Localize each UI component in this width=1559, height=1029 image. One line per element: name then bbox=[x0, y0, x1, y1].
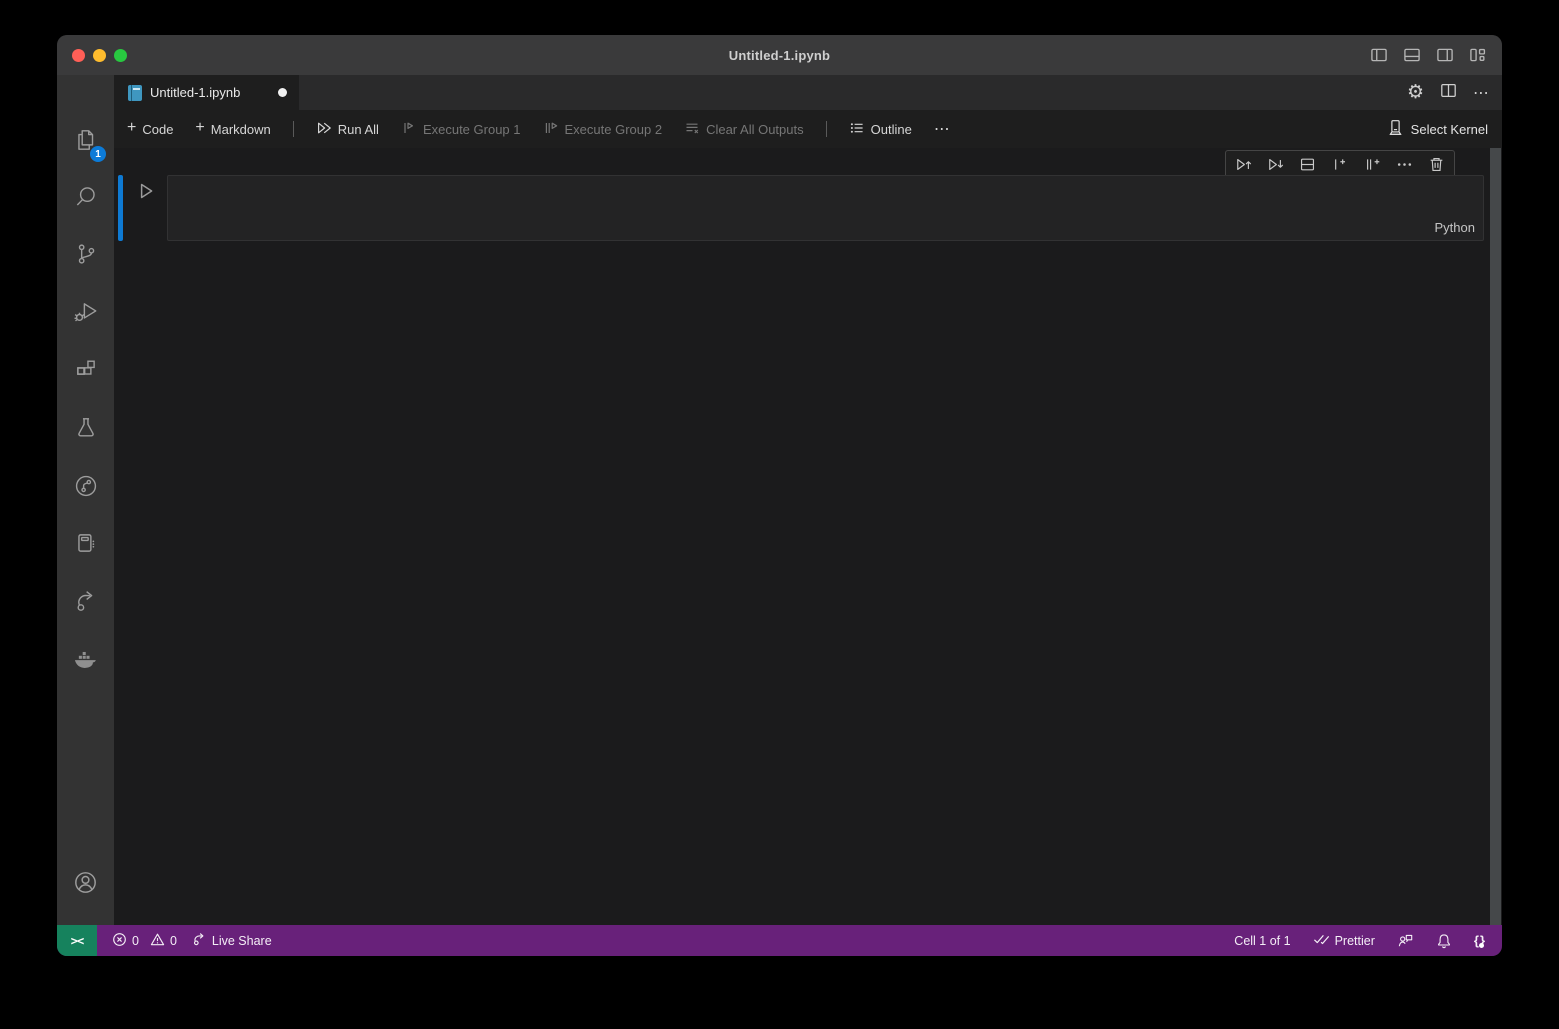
minimize-window-button[interactable] bbox=[93, 49, 106, 62]
warnings-icon bbox=[150, 932, 165, 950]
run-cell-button[interactable] bbox=[136, 181, 156, 206]
customize-layout-icon[interactable] bbox=[1469, 46, 1487, 64]
editor-more-actions-icon[interactable]: ⋯ bbox=[1473, 83, 1490, 103]
run-all-button[interactable]: Run All bbox=[316, 120, 379, 139]
activity-bar: 1 bbox=[57, 75, 114, 925]
toggle-panel-icon[interactable] bbox=[1403, 46, 1421, 64]
execute-group-1-icon bbox=[401, 120, 417, 139]
problems-indicator[interactable]: 0 0 bbox=[112, 932, 177, 950]
errors-icon bbox=[112, 932, 127, 950]
status-bar: >< 0 0 Live Share Cell 1 of 1 bbox=[57, 925, 1502, 956]
clear-all-outputs-button[interactable]: Clear All Outputs bbox=[684, 120, 804, 139]
extensions-icon[interactable] bbox=[57, 346, 114, 394]
toolbar-separator bbox=[826, 121, 827, 137]
zoom-window-button[interactable] bbox=[114, 49, 127, 62]
code-cell-editor[interactable]: Python bbox=[167, 175, 1484, 241]
select-kernel-button[interactable]: Select Kernel bbox=[1387, 119, 1502, 139]
title-bar: Untitled-1.ipynb bbox=[57, 35, 1502, 75]
vscode-window: Untitled-1.ipynb 1 bbox=[57, 35, 1502, 956]
notebook-toolbar: + Code + Markdown Run All bbox=[114, 110, 1502, 148]
notebook-body: Python bbox=[114, 148, 1502, 925]
editor-area: Untitled-1.ipynb ⚙ ⋯ + Code bbox=[114, 75, 1502, 925]
add-markdown-cell-button[interactable]: + Markdown bbox=[195, 121, 270, 137]
testing-beaker-icon[interactable] bbox=[57, 404, 114, 452]
source-control-icon[interactable] bbox=[57, 230, 114, 278]
cell-language-picker[interactable]: Python bbox=[1435, 220, 1475, 235]
error-count: 0 bbox=[132, 934, 139, 948]
search-icon[interactable] bbox=[57, 173, 114, 221]
remote-icon: >< bbox=[71, 934, 83, 948]
cell-position-indicator[interactable]: Cell 1 of 1 bbox=[1234, 934, 1290, 948]
tab-untitled-1-ipynb[interactable]: Untitled-1.ipynb bbox=[114, 75, 299, 110]
accounts-icon[interactable] bbox=[57, 858, 114, 906]
formatter-status[interactable]: Prettier bbox=[1313, 932, 1375, 949]
outline-button[interactable]: Outline bbox=[849, 120, 912, 139]
jupyter-notebook-icon[interactable] bbox=[57, 519, 114, 567]
toggle-secondary-sidebar-icon[interactable] bbox=[1436, 46, 1454, 64]
clear-all-outputs-icon bbox=[684, 120, 700, 139]
tab-bar: Untitled-1.ipynb ⚙ ⋯ bbox=[114, 75, 1502, 110]
run-and-debug-icon[interactable] bbox=[57, 288, 114, 336]
live-share-status[interactable]: Live Share bbox=[192, 932, 272, 950]
toolbar-separator bbox=[293, 121, 294, 137]
notebook-settings-gear-icon[interactable]: ⚙ bbox=[1407, 83, 1424, 102]
plus-icon: + bbox=[127, 120, 136, 136]
add-code-cell-button[interactable]: + Code bbox=[127, 121, 173, 137]
close-window-button[interactable] bbox=[72, 49, 85, 62]
outline-list-icon bbox=[849, 120, 865, 139]
docker-icon[interactable] bbox=[57, 635, 114, 683]
selected-cell-indicator bbox=[118, 175, 123, 241]
run-all-icon bbox=[316, 120, 332, 139]
split-editor-icon[interactable] bbox=[1440, 82, 1457, 104]
traffic-lights bbox=[72, 49, 127, 62]
warning-count: 0 bbox=[170, 934, 177, 948]
editor-scrollbar[interactable] bbox=[1490, 148, 1501, 925]
explorer-badge: 1 bbox=[90, 146, 106, 162]
live-share-icon[interactable] bbox=[57, 577, 114, 625]
live-share-status-icon bbox=[192, 932, 207, 950]
gitlens-icon[interactable] bbox=[57, 462, 114, 510]
remote-indicator[interactable]: >< bbox=[57, 925, 97, 956]
notifications-bell-icon[interactable] bbox=[1436, 933, 1452, 949]
tab-label: Untitled-1.ipynb bbox=[150, 85, 240, 100]
notebook-file-icon bbox=[128, 85, 142, 101]
execute-group-2-button[interactable]: Execute Group 2 bbox=[543, 120, 663, 139]
execute-group-1-button[interactable]: Execute Group 1 bbox=[401, 120, 521, 139]
unsaved-changes-dot[interactable] bbox=[278, 88, 287, 97]
kernel-icon bbox=[1387, 119, 1404, 139]
toggle-primary-sidebar-icon[interactable] bbox=[1370, 46, 1388, 64]
window-title: Untitled-1.ipynb bbox=[729, 48, 830, 63]
explorer-icon[interactable]: 1 bbox=[57, 116, 114, 164]
feedback-icon[interactable] bbox=[1397, 933, 1414, 949]
double-check-icon bbox=[1313, 932, 1330, 949]
toolbar-more-actions-button[interactable]: ⋯ bbox=[934, 119, 951, 139]
plus-icon: + bbox=[195, 120, 204, 136]
execute-group-2-icon bbox=[543, 120, 559, 139]
braces-dot-icon[interactable]: {} bbox=[1474, 933, 1486, 948]
